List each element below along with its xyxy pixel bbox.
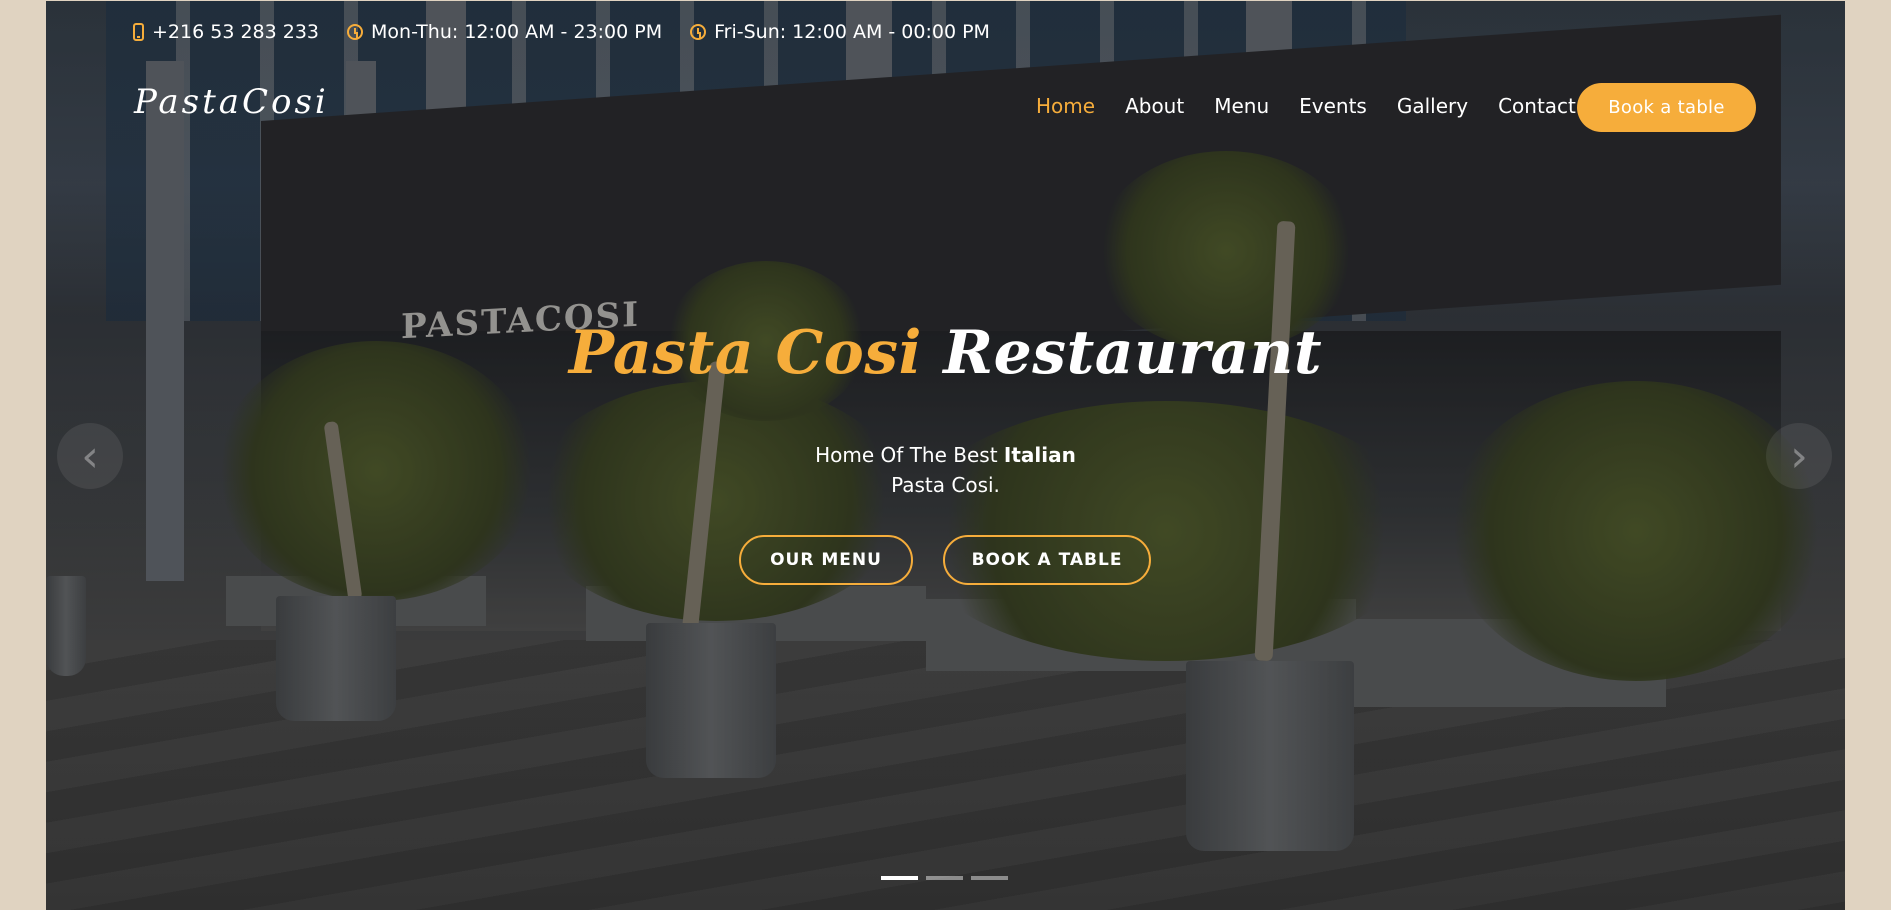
phone-info[interactable]: +216 53 283 233 <box>133 21 319 43</box>
phone-number[interactable]: +216 53 283 233 <box>152 21 319 43</box>
chevron-right-icon: › <box>1790 430 1808 482</box>
clock-icon <box>347 24 364 40</box>
carousel-indicator-1[interactable] <box>881 876 918 880</box>
main-nav: Home About Menu Events Gallery Contact <box>1036 94 1576 118</box>
weekend-hours-text: Fri-Sun: 12:00 AM - 00:00 PM <box>714 21 990 43</box>
carousel-indicators <box>881 876 1008 880</box>
nav-about[interactable]: About <box>1125 94 1184 118</box>
hero-subtitle-line2: Pasta Cosi. <box>891 473 1000 497</box>
hero-book-table-button[interactable]: BOOK A TABLE <box>943 535 1151 585</box>
weekday-hours: Mon-Thu: 12:00 AM - 23:00 PM <box>347 21 662 43</box>
book-a-table-button[interactable]: Book a table <box>1577 83 1756 132</box>
carousel-indicator-2[interactable] <box>926 876 963 880</box>
hero-subtitle: Home Of The Best Italian Pasta Cosi. <box>0 440 1891 500</box>
nav-contact[interactable]: Contact <box>1498 94 1576 118</box>
weekday-hours-text: Mon-Thu: 12:00 AM - 23:00 PM <box>371 21 663 43</box>
chevron-left-icon: ‹ <box>81 430 99 482</box>
hero-title-rest: Restaurant <box>943 318 1323 388</box>
carousel-indicator-3[interactable] <box>971 876 1008 880</box>
hero-title-accent: Pasta Cosi <box>568 318 922 388</box>
nav-home[interactable]: Home <box>1036 94 1095 118</box>
hero-title: Pasta Cosi Restaurant <box>0 318 1891 388</box>
hero-subtitle-prefix: Home Of The Best <box>815 443 998 467</box>
site-logo[interactable]: PastaCosi <box>134 82 329 122</box>
our-menu-button[interactable]: OUR MENU <box>739 535 913 585</box>
hero-subtitle-bold: Italian <box>1003 443 1076 467</box>
nav-events[interactable]: Events <box>1299 94 1367 118</box>
carousel-prev-button[interactable]: ‹ <box>57 423 123 489</box>
nav-menu[interactable]: Menu <box>1214 94 1269 118</box>
clock-icon <box>690 24 707 40</box>
phone-icon <box>133 23 144 41</box>
carousel-next-button[interactable]: › <box>1766 423 1832 489</box>
nav-gallery[interactable]: Gallery <box>1397 94 1468 118</box>
top-info-bar: +216 53 283 233 Mon-Thu: 12:00 AM - 23:0… <box>133 18 990 46</box>
weekend-hours: Fri-Sun: 12:00 AM - 00:00 PM <box>690 21 990 43</box>
